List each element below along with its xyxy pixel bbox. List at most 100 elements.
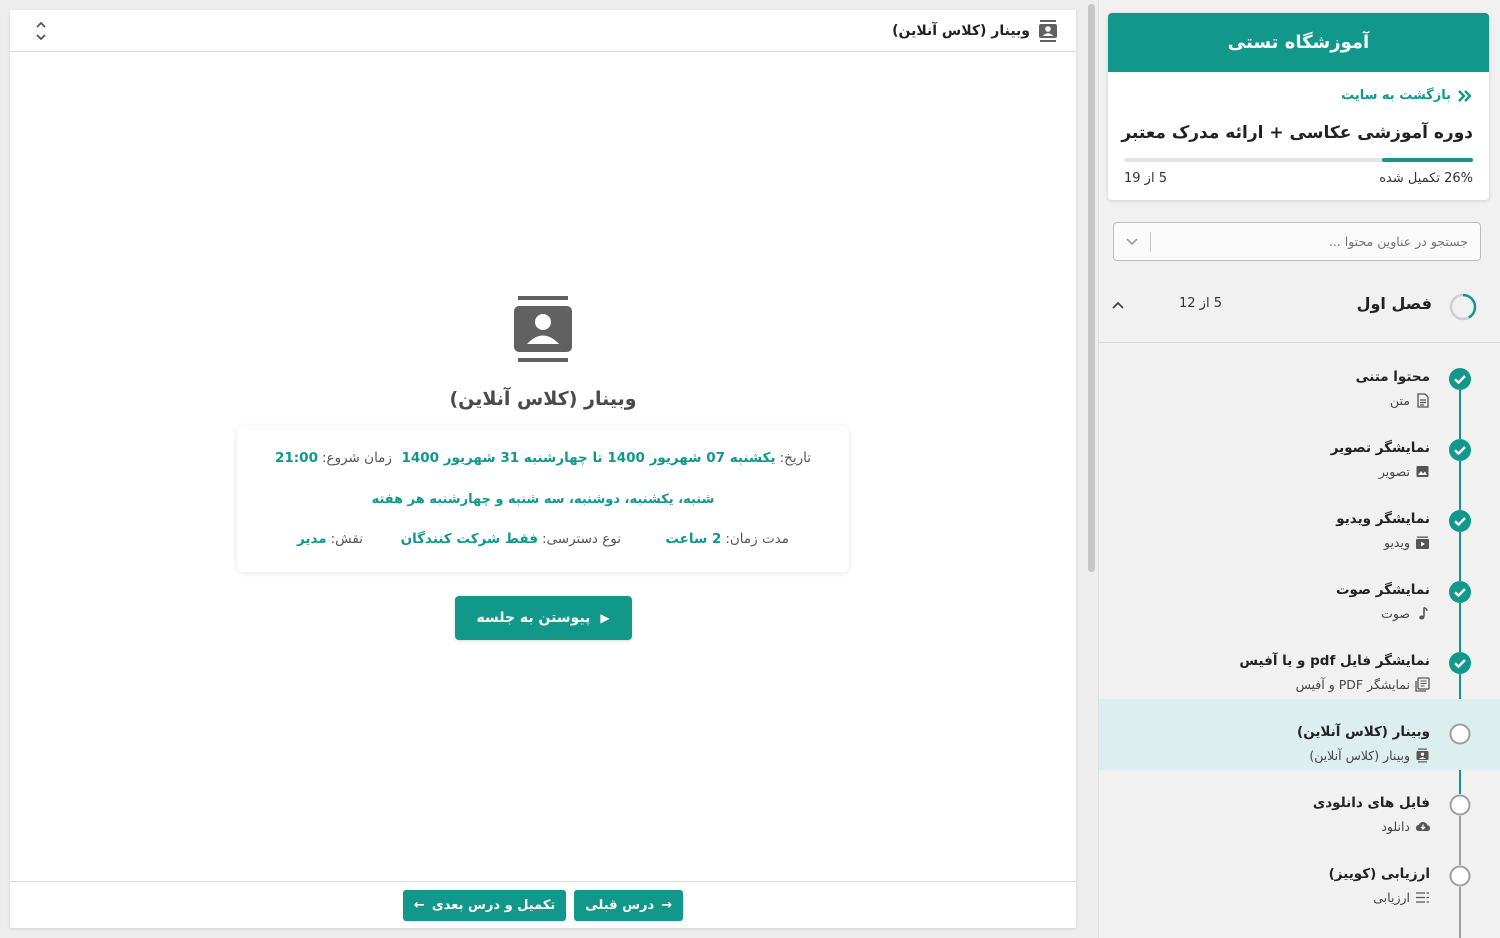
lesson-title: نمایشگر صوت bbox=[1335, 582, 1430, 598]
expand-collapse-button[interactable] bbox=[30, 19, 52, 43]
lesson-type: وبینار (کلاس آنلاین) bbox=[1309, 748, 1430, 763]
complete-next-label: تکمیل و درس بعدی bbox=[431, 897, 556, 913]
previous-lesson-label: درس قبلی bbox=[585, 897, 655, 913]
chevron-down-icon bbox=[1126, 237, 1138, 245]
pdf-icon bbox=[1415, 677, 1430, 692]
webinar-section: وبینار (کلاس آنلاین) تاریخ: یکشنبه 07 شه… bbox=[10, 296, 1076, 640]
chevron-up-icon bbox=[1112, 301, 1124, 309]
lesson-title: وبینار (کلاس آنلاین) bbox=[1297, 724, 1430, 740]
lesson-item[interactable]: محتوا متنی متن bbox=[1099, 344, 1500, 415]
lesson-navigation: → درس قبلی تکمیل و درس بعدی ← bbox=[10, 881, 1076, 928]
lesson-type: متن bbox=[1390, 393, 1430, 408]
search-dropdown-button[interactable] bbox=[1114, 237, 1150, 246]
lesson-title: فایل های دانلودی bbox=[1312, 795, 1430, 811]
start-time-value: 21:00 bbox=[275, 450, 318, 466]
play-icon: ▶ bbox=[600, 611, 610, 625]
music-note-icon bbox=[1419, 606, 1428, 620]
chapter-header[interactable]: فصل اول 5 از 12 bbox=[1099, 283, 1500, 343]
weekdays-text: شنبه، یکشنبه، دوشنبه، سه شنبه و چهارشنبه… bbox=[371, 492, 715, 507]
lesson-title: ارزیابی (کوییز) bbox=[1328, 866, 1430, 882]
chapter-count: 5 از 12 bbox=[1179, 296, 1222, 311]
lesson-type: نمایشگر PDF و آفیس bbox=[1296, 677, 1430, 692]
course-progress-bar bbox=[1124, 158, 1473, 162]
unfold-icon bbox=[36, 21, 46, 40]
course-progress-fill bbox=[1382, 158, 1473, 162]
lesson-type: تصویر bbox=[1379, 464, 1430, 479]
checklist-icon bbox=[1416, 892, 1429, 903]
course-summary-card: آموزشگاه تستی بازگشت به سایت دوره آموزشی… bbox=[1108, 13, 1489, 200]
date-label: تاریخ: bbox=[779, 450, 811, 466]
lesson-type: دانلود bbox=[1381, 819, 1430, 834]
join-session-label: پیوستن به جلسه bbox=[476, 610, 591, 626]
page-scrollbar[interactable] bbox=[1085, 0, 1097, 938]
contact-card-icon bbox=[514, 296, 572, 362]
duration-row: مدت زمان: 2 ساعت bbox=[665, 531, 789, 547]
check-circle-icon bbox=[1449, 368, 1471, 390]
lesson-item[interactable]: ارزیابی (کوییز) ارزیابی bbox=[1099, 841, 1500, 912]
date-row: تاریخ: یکشنبه 07 شهریور 1400 تا چهارشنبه… bbox=[401, 450, 811, 466]
lesson-item[interactable]: نمایشگر تصویر تصویر bbox=[1099, 415, 1500, 486]
lesson-type-label: ارزیابی bbox=[1373, 890, 1410, 905]
lesson-title: محتوا متنی bbox=[1355, 369, 1430, 385]
course-sidebar: آموزشگاه تستی بازگشت به سایت دوره آموزشی… bbox=[1098, 0, 1500, 938]
cloud-download-icon bbox=[1416, 822, 1430, 831]
lesson-title: نمایشگر ویدیو bbox=[1336, 511, 1430, 527]
lesson-item[interactable]: نمایشگر فایل pdf و یا آفیس نمایشگر PDF و … bbox=[1099, 628, 1500, 699]
content-search-input[interactable] bbox=[1151, 223, 1480, 260]
back-to-site-link[interactable]: بازگشت به سایت bbox=[1341, 88, 1473, 103]
role-label: نقش: bbox=[330, 531, 363, 547]
lesson-type-label: نمایشگر PDF و آفیس bbox=[1295, 677, 1410, 692]
document-icon bbox=[1417, 393, 1429, 408]
lesson-type-label: وبینار (کلاس آنلاین) bbox=[1309, 748, 1410, 763]
progress-count: 5 از 19 bbox=[1124, 171, 1167, 186]
lesson-item[interactable]: وبینار (کلاس آنلاین) وبینار (کلاس آنلاین) bbox=[1099, 699, 1500, 770]
school-name: آموزشگاه تستی bbox=[1108, 13, 1489, 72]
start-time-row: زمان شروع: 21:00 bbox=[275, 450, 392, 466]
access-value: فقط شرکت کنندگان bbox=[400, 531, 538, 547]
check-circle-icon bbox=[1449, 510, 1471, 532]
search-divider bbox=[1150, 231, 1151, 252]
double-chevron-right-icon bbox=[1458, 89, 1472, 102]
back-to-site-label: بازگشت به سایت bbox=[1341, 88, 1451, 103]
content-panel: وبینار (کلاس آنلاین) وبینار (کلاس آنلاین… bbox=[10, 10, 1076, 928]
duration-value: 2 ساعت bbox=[665, 531, 722, 547]
content-search-box bbox=[1113, 222, 1481, 261]
previous-lesson-button[interactable]: → درس قبلی bbox=[574, 889, 684, 921]
video-icon bbox=[1416, 536, 1429, 549]
lesson-item[interactable]: فایل های دانلودی دانلود bbox=[1099, 770, 1500, 841]
empty-circle-icon bbox=[1449, 865, 1471, 887]
lesson-type: صوت bbox=[1381, 606, 1430, 621]
access-label: نوع دسترسی: bbox=[541, 531, 621, 547]
start-time-label: زمان شروع: bbox=[321, 450, 392, 466]
lesson-type-label: تصویر bbox=[1378, 464, 1410, 479]
arrow-left-icon: ← bbox=[413, 897, 425, 913]
chapter-progress-ring bbox=[1449, 293, 1477, 321]
lesson-title: نمایشگر تصویر bbox=[1330, 440, 1430, 456]
complete-next-lesson-button[interactable]: تکمیل و درس بعدی ← bbox=[402, 889, 567, 921]
check-circle-icon bbox=[1449, 652, 1471, 674]
date-value: یکشنبه 07 شهریور 1400 تا چهارشنبه 31 شهر… bbox=[401, 450, 776, 466]
lesson-type-label: صوت bbox=[1381, 606, 1410, 621]
lesson-type-label: دانلود bbox=[1381, 819, 1410, 834]
lesson-type: ارزیابی bbox=[1373, 890, 1430, 905]
lesson-title: نمایشگر فایل pdf و یا آفیس bbox=[1239, 653, 1430, 669]
chapter-title: فصل اول bbox=[1356, 294, 1432, 313]
lesson-item[interactable]: نمایشگر ویدیو ویدیو bbox=[1099, 486, 1500, 557]
role-value: مدیر bbox=[297, 531, 327, 547]
check-circle-icon bbox=[1449, 581, 1471, 603]
arrow-right-icon: → bbox=[661, 897, 673, 913]
check-circle-icon bbox=[1449, 439, 1471, 461]
scrollbar-thumb[interactable] bbox=[1088, 4, 1095, 572]
empty-circle-icon bbox=[1449, 794, 1471, 816]
lesson-item[interactable]: نمایشگر صوت صوت bbox=[1099, 557, 1500, 628]
progress-percent: 26% تکمیل شده bbox=[1379, 171, 1473, 186]
webinar-info-card: تاریخ: یکشنبه 07 شهریور 1400 تا چهارشنبه… bbox=[237, 426, 849, 572]
lesson-type: ویدیو bbox=[1384, 535, 1430, 550]
lesson-type-label: ویدیو bbox=[1383, 535, 1410, 550]
join-session-button[interactable]: ▶ پیوستن به جلسه bbox=[454, 596, 632, 640]
lesson-type-label: متن bbox=[1390, 393, 1410, 408]
webinar-title: وبینار (کلاس آنلاین) bbox=[449, 388, 637, 410]
duration-label: مدت زمان: bbox=[725, 531, 789, 547]
course-title: دوره آموزشی عکاسی + ارائه مدرک معتبر bbox=[1121, 123, 1473, 143]
content-header: وبینار (کلاس آنلاین) bbox=[10, 10, 1076, 52]
